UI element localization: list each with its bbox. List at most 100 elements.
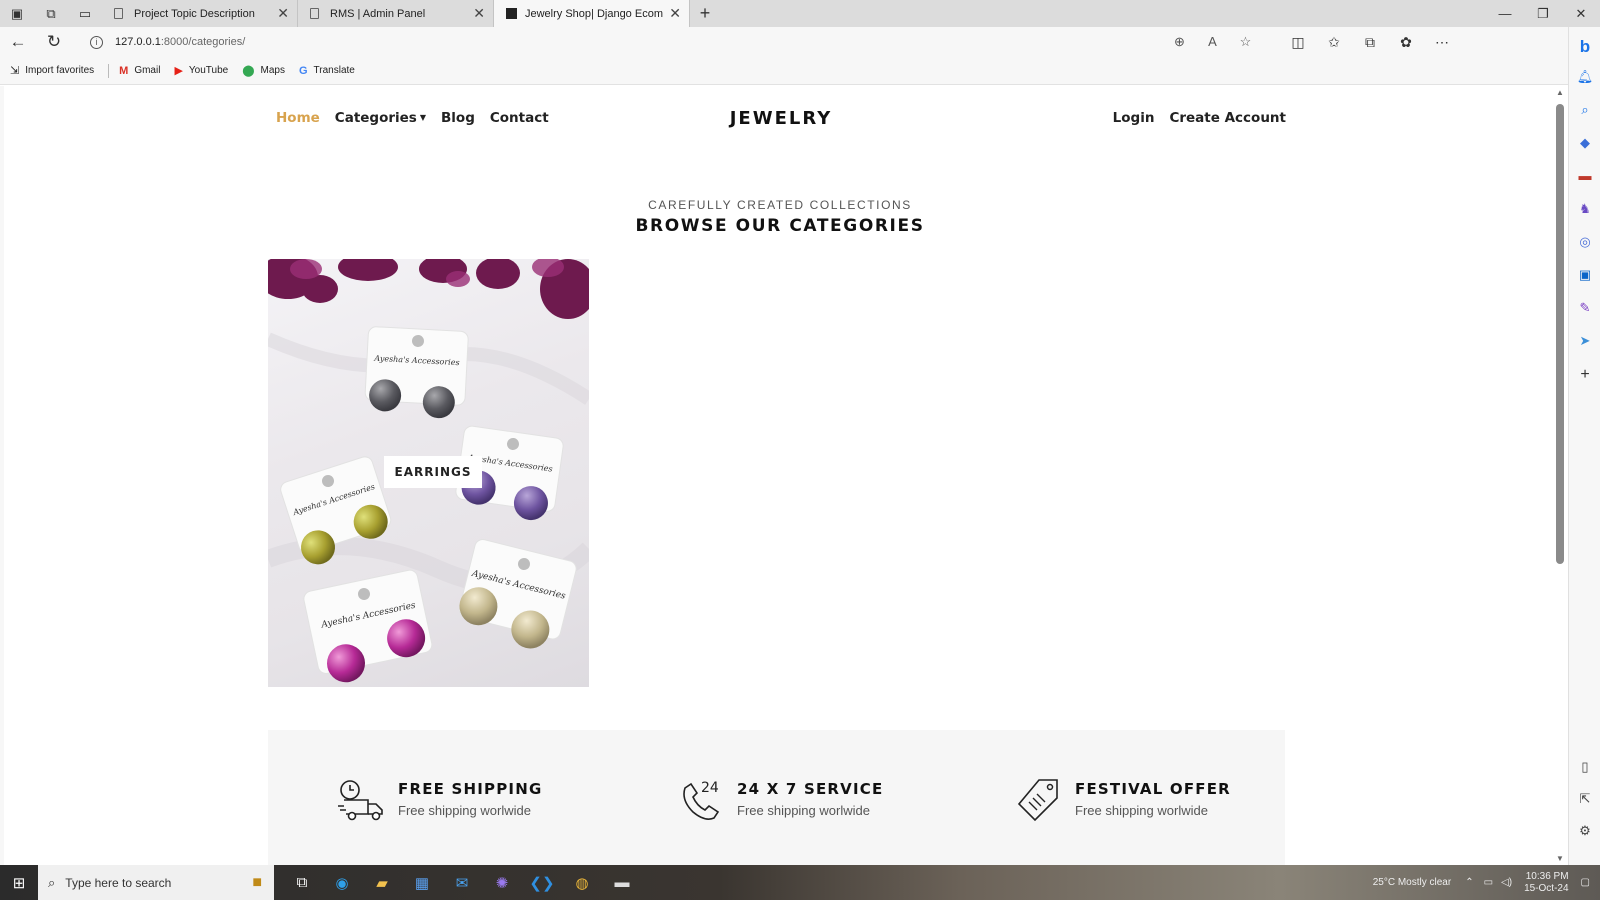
login-link[interactable]: Login <box>1113 110 1155 126</box>
feature-title: 24 X 7 SERVICE <box>737 780 884 798</box>
chrome-icon[interactable]: ◍ <box>562 874 602 892</box>
more-menu-icon[interactable]: ⋯ <box>1424 34 1460 51</box>
category-card-earrings[interactable]: Ayesha's Accessories Ayesha's Accessorie… <box>268 259 589 687</box>
phone-24-icon: 24 <box>683 780 720 820</box>
close-icon[interactable]: ✕ <box>669 5 681 22</box>
tab-project-topic[interactable]: Project Topic Description ✕ <box>102 0 298 27</box>
tab-actions-icon[interactable]: ▭ <box>68 0 102 27</box>
tab-title: RMS | Admin Panel <box>330 7 426 20</box>
document-icon <box>114 8 123 19</box>
address-bar-row: ← ↻ i 127.0.0.1:8000/categories/ ⊕ A ☆ ◫… <box>0 27 1568 57</box>
edge-icon[interactable]: ◉ <box>322 874 362 892</box>
weather-widget[interactable]: 25°C Mostly clear <box>1373 877 1451 888</box>
scrollbar-thumb[interactable] <box>1556 104 1564 564</box>
extensions-icon[interactable]: ✿ <box>1388 34 1424 51</box>
delivery-truck-icon <box>338 780 383 821</box>
close-icon[interactable]: ✕ <box>473 5 485 22</box>
bookmark-import[interactable]: ⇲ Import favorites <box>10 64 94 77</box>
tray-chevron-icon[interactable]: ⌃ <box>1465 877 1473 888</box>
store-icon[interactable]: ▦ <box>402 874 442 892</box>
bookmark-youtube[interactable]: ▶ YouTube <box>174 64 228 77</box>
reload-icon[interactable]: ↻ <box>36 32 72 52</box>
split-screen-icon[interactable]: ◫ <box>1280 34 1316 51</box>
back-icon[interactable]: ← <box>0 32 36 52</box>
import-icon: ⇲ <box>10 65 20 77</box>
network-icon[interactable]: ▭ <box>1484 877 1493 888</box>
bookmark-maps[interactable]: ⬤ Maps <box>242 64 285 77</box>
features-strip: FREE SHIPPING Free shipping worlwide 24 … <box>268 730 1285 865</box>
bookmarks-bar: ⇲ Import favorites M Gmail ▶ YouTube ⬤ M… <box>0 57 1568 85</box>
create-account-link[interactable]: Create Account <box>1169 110 1286 126</box>
nav-contact-link[interactable]: Contact <box>490 110 549 126</box>
favorite-star-icon[interactable]: ☆ <box>1229 34 1262 50</box>
new-tab-button[interactable]: + <box>690 0 720 27</box>
close-icon[interactable]: ✕ <box>277 5 289 22</box>
task-view-icon[interactable]: ⧉ <box>282 874 322 892</box>
zoom-icon[interactable]: ⊕ <box>1163 34 1196 50</box>
taskbar-apps: ⧉ ◉ ▰ ▦ ✉ ✺ ❮❯ ◍ ▬ <box>282 874 642 892</box>
clock-date: 15-Oct-24 <box>1524 882 1569 894</box>
site-info-icon[interactable]: i <box>90 35 103 49</box>
drop-icon[interactable]: ➤ <box>1569 333 1600 349</box>
profile-icon[interactable]: ▣ <box>0 0 34 27</box>
bookmark-gmail[interactable]: M Gmail <box>119 65 160 77</box>
document-icon <box>310 8 319 19</box>
url-path: :8000/categories/ <box>160 36 246 48</box>
external-open-icon[interactable]: ⇱ <box>1569 791 1600 807</box>
window-controls: — ❐ ✕ <box>1486 0 1600 27</box>
tools-icon[interactable]: ▬ <box>1569 168 1600 183</box>
account-nav: Login Create Account <box>1113 110 1286 126</box>
workspaces-icon[interactable]: ⧉ <box>34 0 68 27</box>
copilot-icon[interactable]: b <box>1569 37 1600 57</box>
collections-icon[interactable]: ⧉ <box>1352 34 1388 51</box>
bookmark-label: Gmail <box>134 65 161 76</box>
games-icon[interactable]: ♞ <box>1569 201 1600 217</box>
taskbar-search[interactable]: ⌕ Type here to search ■ <box>38 865 274 900</box>
terminal-icon[interactable]: ▬ <box>602 874 642 892</box>
windows-start-icon[interactable]: ⊞ <box>0 874 38 892</box>
file-explorer-icon[interactable]: ▰ <box>362 874 402 892</box>
scroll-down-icon[interactable]: ▼ <box>1552 854 1568 863</box>
category-label[interactable]: EARRINGS <box>384 456 482 488</box>
briefcase-icon[interactable]: ■ <box>252 874 262 892</box>
office-icon[interactable]: ◎ <box>1569 234 1600 250</box>
page-scrollbar[interactable]: ▲ ▼ <box>1552 86 1568 865</box>
restore-icon[interactable]: ❐ <box>1524 0 1562 27</box>
add-app-icon[interactable]: + <box>1569 366 1600 384</box>
outlook-icon[interactable]: ▣ <box>1569 267 1600 283</box>
primary-nav: Home Categories ▼ Blog Contact <box>276 110 549 126</box>
nav-home-link[interactable]: Home <box>276 110 320 126</box>
scroll-up-icon[interactable]: ▲ <box>1552 88 1568 97</box>
system-tray: 25°C Mostly clear ⌃ ▭ ◁) 10:36 PM 15-Oct… <box>1373 871 1600 895</box>
copilot-app-icon[interactable]: ✺ <box>482 874 522 892</box>
gmail-icon: M <box>119 64 129 77</box>
mail-icon[interactable]: ✉ <box>442 874 482 892</box>
feature-subtitle: Free shipping worlwide <box>737 803 870 818</box>
close-window-icon[interactable]: ✕ <box>1562 0 1600 27</box>
django-icon <box>506 8 517 19</box>
tab-rms-admin[interactable]: RMS | Admin Panel ✕ <box>298 0 494 27</box>
sidebar-layout-icon[interactable]: ▯ <box>1569 759 1600 775</box>
section-eyebrow: CAREFULLY CREATED COLLECTIONS <box>648 198 912 212</box>
nav-categories-dropdown[interactable]: Categories ▼ <box>335 110 426 126</box>
youtube-icon: ▶ <box>174 65 183 77</box>
nav-categories-label: Categories <box>334 110 417 126</box>
nav-blog-link[interactable]: Blog <box>441 110 475 126</box>
favorites-icon[interactable]: ✩ <box>1316 34 1352 51</box>
url-field[interactable]: i 127.0.0.1:8000/categories/ ⊕ A ☆ <box>82 30 1262 54</box>
shopping-icon[interactable]: ◆ <box>1569 135 1600 151</box>
notification-center-icon[interactable]: ▢ <box>1581 877 1590 888</box>
vscode-icon[interactable]: ❮❯ <box>522 874 562 892</box>
volume-icon[interactable]: ◁) <box>1501 877 1512 888</box>
settings-icon[interactable]: ⚙︎ <box>1569 823 1600 839</box>
tab-jewelry-shop[interactable]: Jewelry Shop| Django Ecommerce ✕ <box>494 0 690 27</box>
bookmark-translate[interactable]: G Translate <box>299 65 355 77</box>
windows-taskbar: ⊞ ⌕ Type here to search ■ ⧉ ◉ ▰ ▦ ✉ ✺ ❮❯… <box>0 865 1600 900</box>
search-icon[interactable]: ⌕ <box>1569 102 1600 118</box>
clock[interactable]: 10:36 PM 15-Oct-24 <box>1524 871 1568 895</box>
minimize-icon[interactable]: — <box>1486 0 1524 27</box>
feature-subtitle: Free shipping worlwide <box>398 803 531 818</box>
read-aloud-icon[interactable]: A <box>1196 34 1229 50</box>
notifications-icon[interactable]: 🔔︎ <box>1569 69 1600 85</box>
designer-icon[interactable]: ✎ <box>1569 300 1600 316</box>
